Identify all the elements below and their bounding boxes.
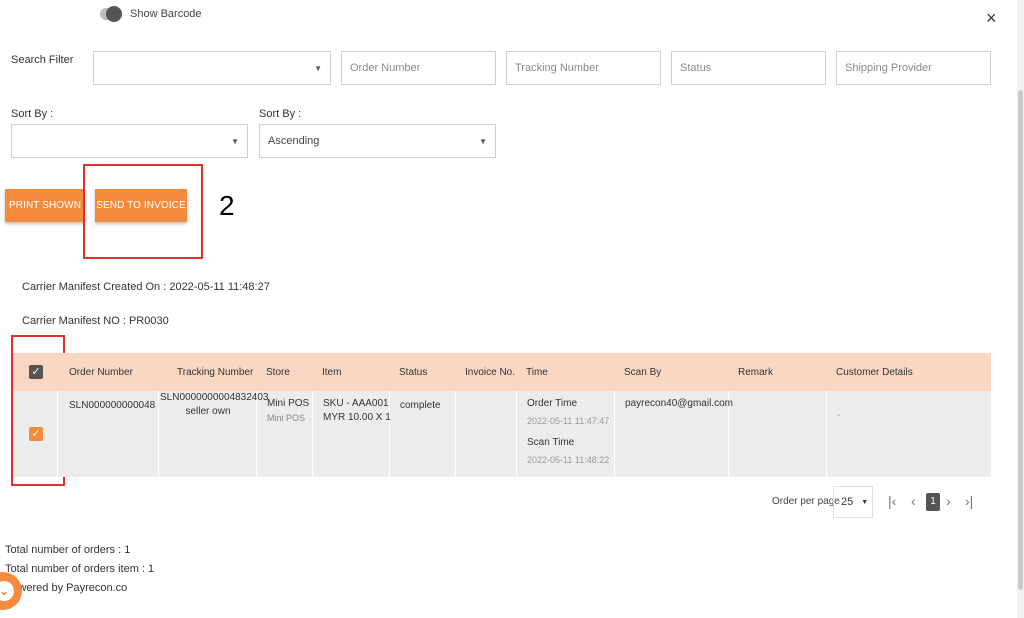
scrollbar[interactable] <box>1017 0 1024 618</box>
table-header: ✓ Order Number Tracking Number Store Ite… <box>13 353 991 391</box>
row-checkbox[interactable]: ✓ <box>29 427 43 441</box>
store-name: Mini POS <box>267 398 310 409</box>
status-input[interactable] <box>671 51 826 85</box>
sort-by-field-select[interactable]: ▼ <box>11 124 248 158</box>
select-all-checkbox[interactable]: ✓ <box>29 365 43 379</box>
tracking-number-text: SLN0000000004832403 <box>160 392 269 403</box>
current-page-button[interactable]: 1 <box>926 493 940 511</box>
annotation-box-send-invoice <box>83 164 203 259</box>
show-barcode-label: Show Barcode <box>130 8 202 20</box>
cell-customer-details: - <box>837 410 841 421</box>
sort-order-label: Sort By : <box>259 108 302 120</box>
cell-store: Mini POS Mini POS <box>267 397 309 425</box>
order-time-label: Order Time <box>527 398 578 409</box>
item-price: MYR 10.00 X 1 <box>323 412 391 423</box>
next-page-icon[interactable]: › <box>946 493 951 509</box>
search-filter-select[interactable]: ▼ <box>93 51 331 85</box>
sort-by-field-label: Sort By : <box>11 108 54 120</box>
first-page-icon[interactable]: |‹ <box>888 493 896 509</box>
item-sku: SKU - AAA001 <box>323 398 389 409</box>
scan-time-value: 2022-05-11 11:48:22 <box>527 455 610 465</box>
header-customer-details: Customer Details <box>836 367 913 378</box>
per-page-select[interactable]: 25 ▼ <box>833 486 873 518</box>
powered-by: Powered by Payrecon.co <box>5 582 128 594</box>
sort-order-select[interactable]: Ascending ▼ <box>259 124 496 158</box>
cell-status: complete <box>400 400 441 411</box>
prev-page-icon[interactable]: ‹ <box>911 493 916 509</box>
floating-menu-button[interactable]: ⌄ <box>0 572 22 610</box>
manifest-number: Carrier Manifest NO : PR0030 <box>22 315 169 327</box>
scan-time-label: Scan Time <box>527 437 575 448</box>
annotation-number-2: 2 <box>219 190 235 221</box>
order-per-page-label: Order per page <box>772 496 840 507</box>
chevron-down-icon: ▼ <box>861 498 869 506</box>
shipping-provider-input[interactable] <box>836 51 991 85</box>
search-filter-label: Search Filter <box>11 54 74 66</box>
cell-divider <box>826 391 827 477</box>
manifest-created-on: Carrier Manifest Created On : 2022-05-11… <box>22 281 270 293</box>
header-tracking-number: Tracking Number <box>177 367 254 378</box>
scrollbar-thumb[interactable] <box>1018 90 1023 590</box>
store-sub-name: Mini POS <box>267 413 306 423</box>
header-store: Store <box>266 367 290 378</box>
chevron-down-icon: ▼ <box>314 63 322 73</box>
print-shown-button[interactable]: PRINT SHOWN <box>5 189 85 222</box>
header-time: Time <box>526 367 548 378</box>
header-scan-by: Scan By <box>624 367 662 378</box>
cell-time: Order Time 2022-05-11 11:47:47 Scan Time… <box>527 397 609 467</box>
header-remark: Remark <box>738 367 774 378</box>
tracking-type-text: seller own <box>185 406 231 417</box>
toggle-knob <box>106 6 122 22</box>
header-item: Item <box>322 367 342 378</box>
cell-divider <box>312 391 313 477</box>
cell-order-number[interactable]: SLN000000000048 <box>69 399 155 413</box>
chevron-down-icon: ⌄ <box>0 581 14 601</box>
sort-order-value: Ascending <box>268 135 320 147</box>
total-orders: Total number of orders : 1 <box>5 544 131 556</box>
cell-divider <box>158 391 159 477</box>
cell-divider <box>455 391 456 477</box>
table-row: ✓ SLN000000000048 SLN0000000004832403 se… <box>13 391 991 477</box>
tracking-number-input[interactable] <box>506 51 661 85</box>
order-number-input[interactable] <box>341 51 496 85</box>
show-barcode-toggle[interactable] <box>100 6 122 22</box>
header-status: Status <box>399 367 428 378</box>
last-page-icon[interactable]: ›| <box>965 493 973 509</box>
cell-scan-by: payrecon40@gmail.com <box>625 398 733 409</box>
cell-divider <box>57 391 58 477</box>
cell-divider <box>516 391 517 477</box>
close-icon[interactable]: × <box>986 8 997 28</box>
cell-divider <box>614 391 615 477</box>
cell-tracking-number: SLN0000000004832403 seller own <box>160 391 269 419</box>
chevron-down-icon: ▼ <box>231 136 239 146</box>
cell-divider <box>256 391 257 477</box>
header-order-number: Order Number <box>69 367 133 378</box>
total-order-items: Total number of orders item : 1 <box>5 563 155 575</box>
cell-item: SKU - AAA001 MYR 10.00 X 1 <box>323 397 391 425</box>
per-page-value: 25 <box>841 496 854 508</box>
chevron-down-icon: ▼ <box>479 136 487 146</box>
order-time-value: 2022-05-11 11:47:47 <box>527 416 610 426</box>
header-invoice-no: Invoice No. <box>465 367 516 378</box>
